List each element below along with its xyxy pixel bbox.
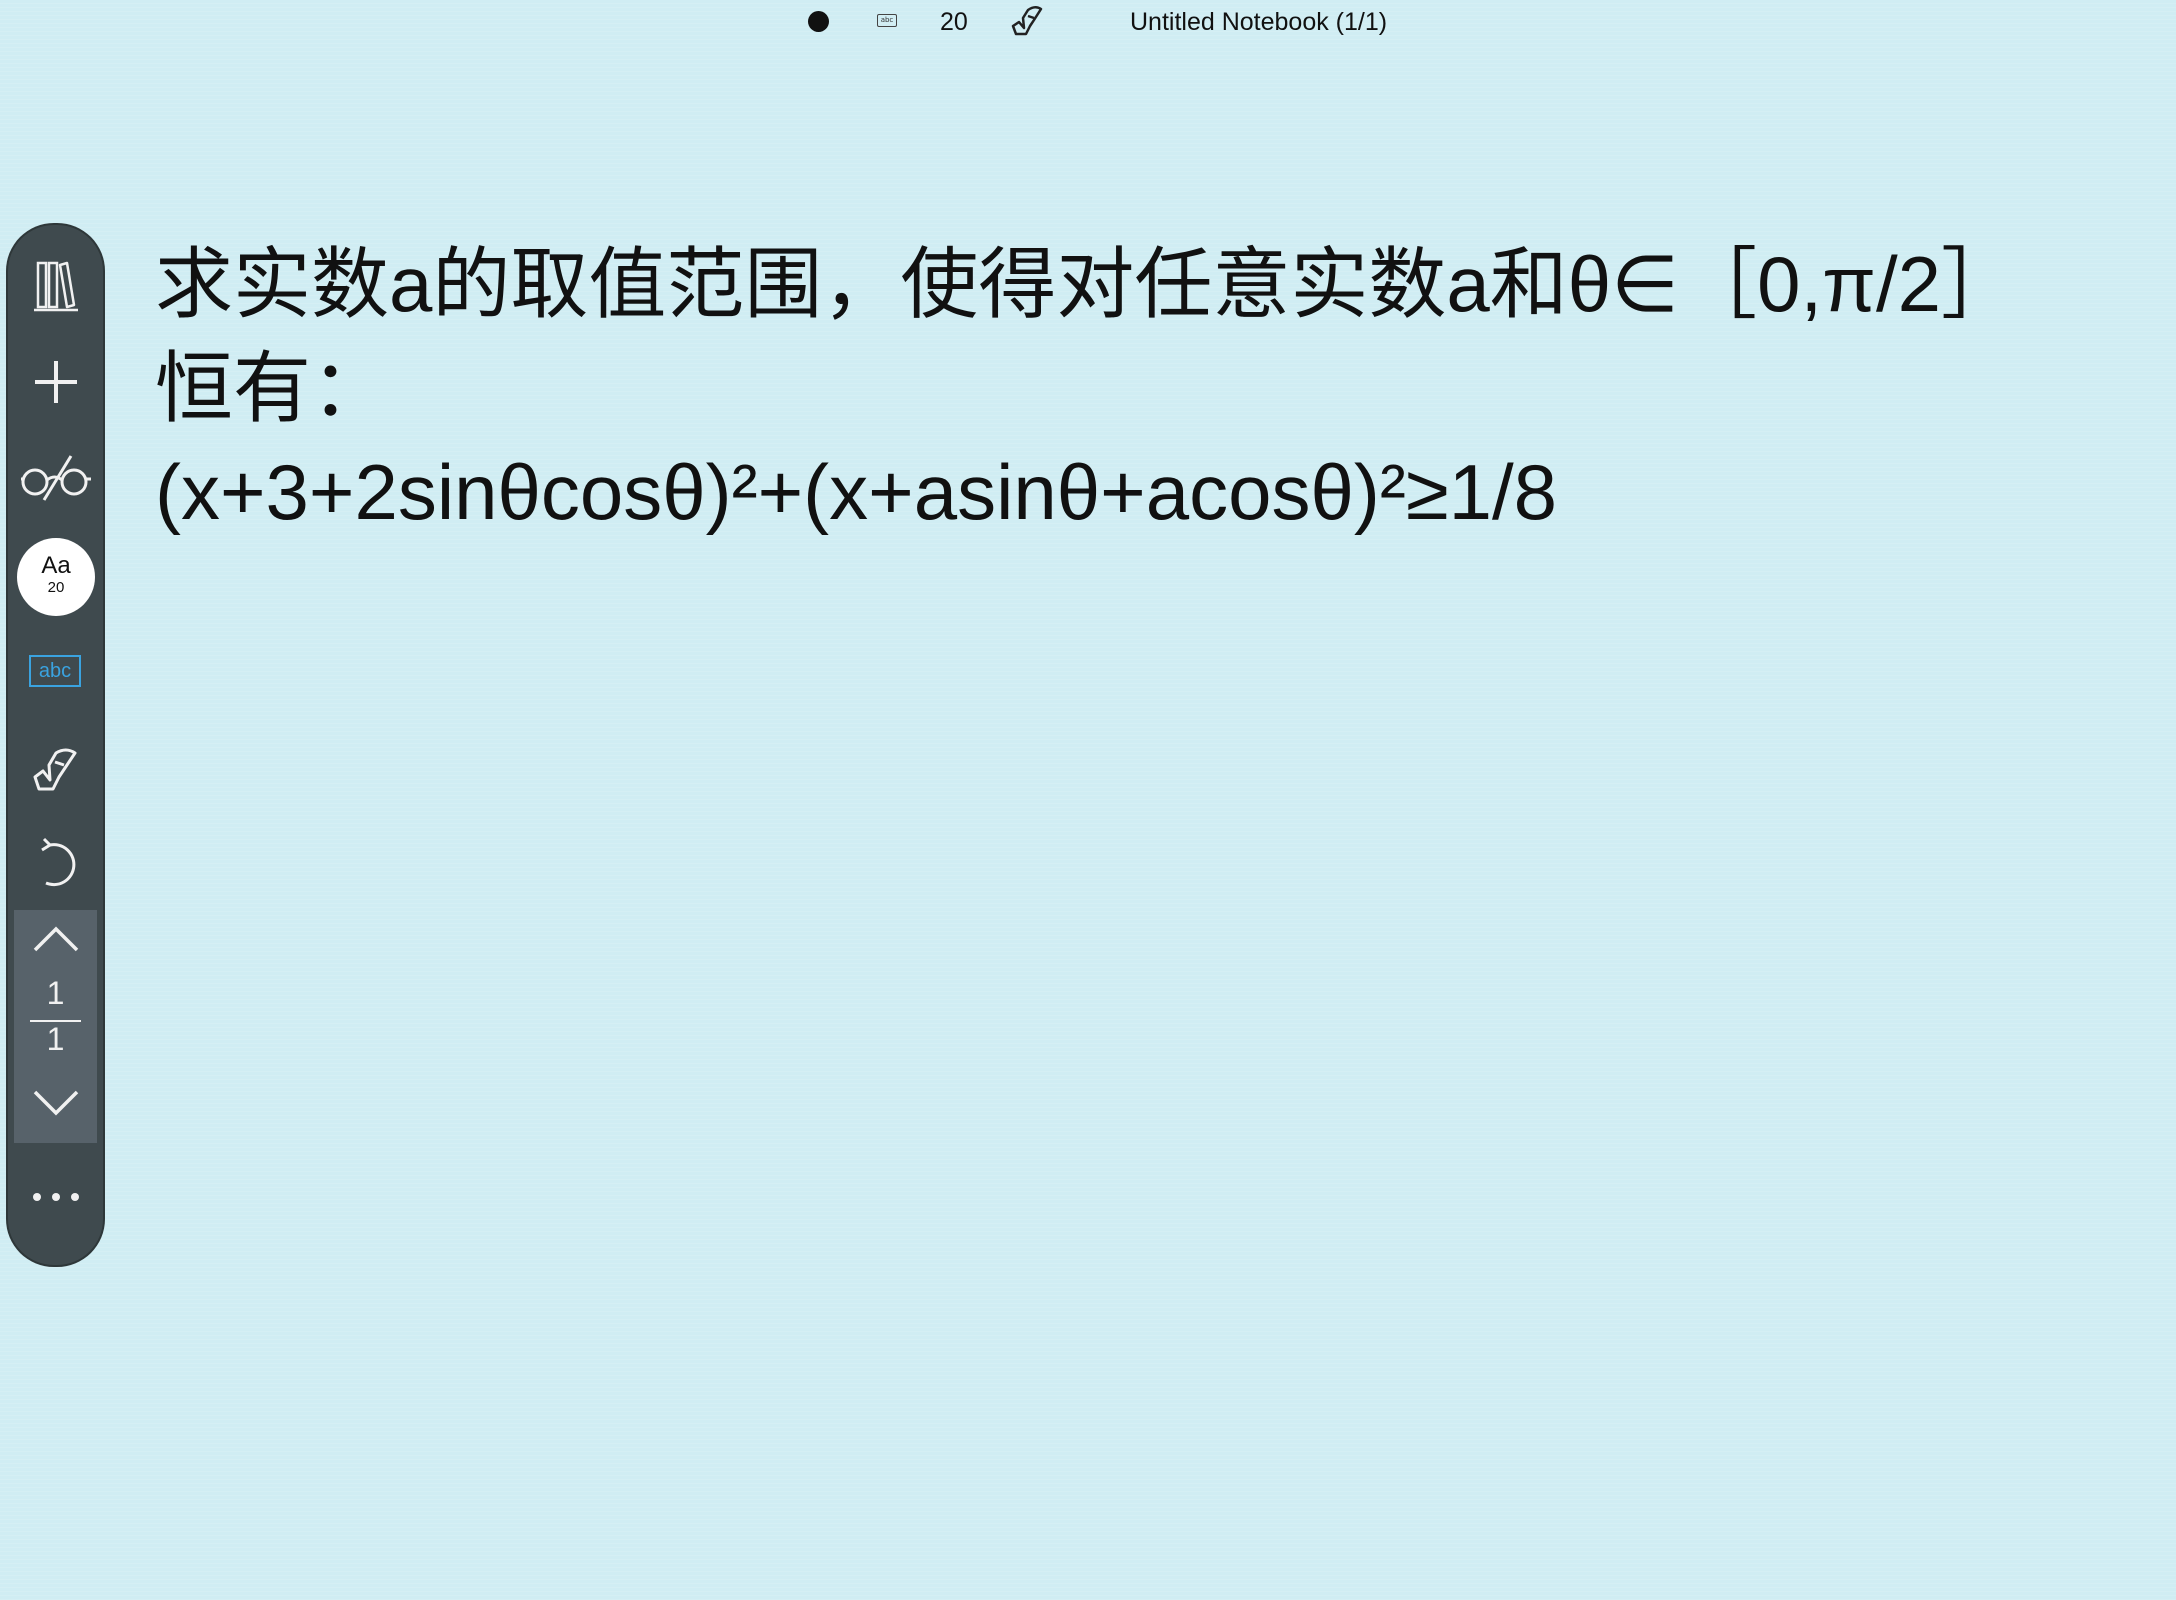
top-status-bar: abc 20 Untitled Notebook (1/1) bbox=[0, 0, 2176, 44]
page-navigator: 1 1 bbox=[14, 910, 97, 1143]
notebook-title: Untitled Notebook (1/1) bbox=[1130, 8, 1388, 36]
font-icon: Aa bbox=[41, 552, 71, 579]
note-line: 求实数a的取值范围，使得对任意实数a和θ∈［0,π/2］ bbox=[155, 240, 2020, 328]
reading-mode-button[interactable] bbox=[8, 437, 103, 517]
hand-tool-button[interactable] bbox=[8, 730, 103, 810]
pen-color-dot-icon[interactable] bbox=[808, 11, 829, 32]
hand-icon[interactable] bbox=[1010, 4, 1046, 38]
chevron-down-icon bbox=[33, 1090, 78, 1116]
undo-button[interactable] bbox=[8, 823, 103, 903]
more-icon[interactable] bbox=[8, 1172, 103, 1222]
more-dot bbox=[32, 1193, 41, 1201]
note-line: (x+3+2sinθcosθ)²+(x+asinθ+acosθ)²≥1/8 bbox=[155, 448, 1558, 536]
page-down-button[interactable] bbox=[14, 1088, 97, 1118]
page-up-button[interactable] bbox=[14, 924, 97, 954]
left-toolbar: Aa 20 abc 1 1 bbox=[8, 225, 103, 1265]
library-button[interactable] bbox=[8, 245, 103, 325]
page-current-number: 1 bbox=[46, 975, 65, 1011]
note-line: 恒有： bbox=[155, 344, 390, 432]
text-tool-icon[interactable]: abc bbox=[29, 655, 81, 687]
more-dot bbox=[70, 1193, 79, 1201]
font-size-label: 20 bbox=[47, 579, 65, 596]
add-icon bbox=[34, 361, 77, 403]
hand-icon bbox=[33, 748, 76, 791]
reading-glasses-icon bbox=[20, 455, 91, 501]
page-total-number: 1 bbox=[46, 1021, 65, 1057]
add-button[interactable] bbox=[8, 342, 103, 422]
undo-icon bbox=[40, 837, 75, 887]
note-text-area[interactable]: 求实数a的取值范围，使得对任意实数a和θ∈［0,π/2］ 恒有： (x+3+2s… bbox=[155, 232, 2055, 544]
chevron-up-icon bbox=[33, 926, 78, 952]
more-dot bbox=[51, 1193, 60, 1201]
library-icon bbox=[33, 261, 78, 312]
font-size-indicator[interactable]: 20 bbox=[940, 8, 968, 37]
keyboard-icon[interactable]: abc bbox=[877, 14, 897, 27]
font-button[interactable]: Aa 20 bbox=[17, 538, 95, 616]
